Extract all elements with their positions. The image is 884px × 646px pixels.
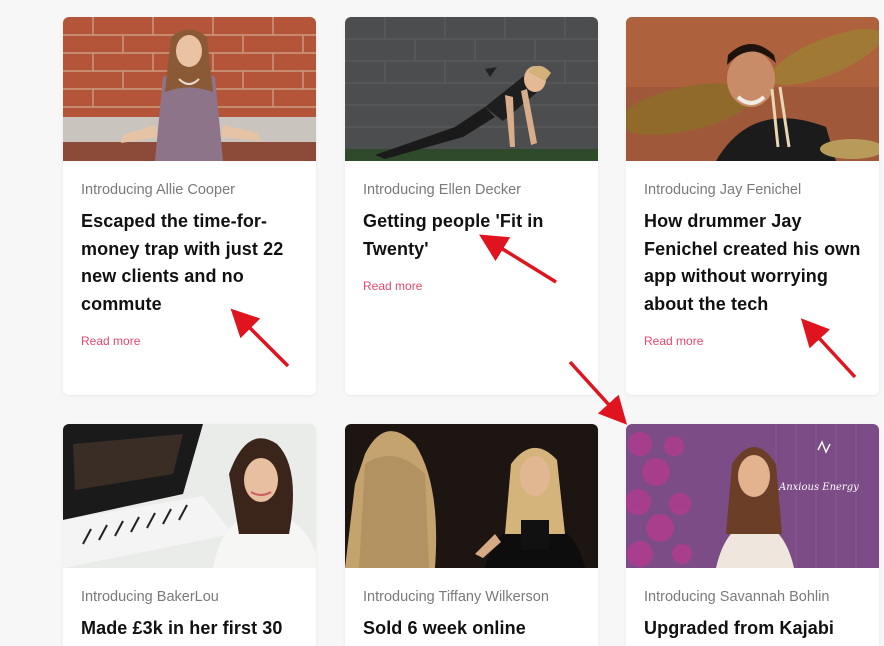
card-title[interactable]: How drummer Jay Fenichel created his own… [644,208,861,318]
card-title[interactable]: Made £3k in her first 30 days [81,615,298,646]
anxious-energy-watermark: Anxious Energy [778,482,859,493]
card-title[interactable]: Escaped the time-for-money trap with jus… [81,208,298,318]
card-title[interactable]: Upgraded from Kajabi and saved [644,615,861,646]
card-intro: Introducing BakerLou [81,589,219,605]
card-title[interactable]: Getting people 'Fit in Twenty' [363,208,580,263]
card-intro: Introducing Jay Fenichel [644,182,802,198]
story-card-tiffany-wilkerson[interactable]: Introducing Tiffany Wilkerson Sold 6 wee… [345,424,598,646]
story-card-ellen-decker[interactable]: Introducing Ellen Decker Getting people … [345,17,598,395]
card-intro: Introducing Allie Cooper [81,182,235,198]
photo-tiffany-wilkerson [345,424,598,568]
story-card-allie-cooper[interactable]: Introducing Allie Cooper Escaped the tim… [63,17,316,395]
story-card-savannah-bohlin[interactable]: Anxious Energy Introducing Savannah Bohl… [626,424,879,646]
read-more-link[interactable]: Read more [363,279,422,293]
read-more-link[interactable]: Read more [81,334,140,348]
photo-bakerlou [63,424,316,568]
photo-allie-cooper [63,17,316,161]
card-intro: Introducing Savannah Bohlin [644,589,830,605]
read-more-link[interactable]: Read more [644,334,703,348]
photo-ellen-decker [345,17,598,161]
card-title[interactable]: Sold 6 week online challenge for $200 [363,615,580,646]
story-card-bakerlou[interactable]: Introducing BakerLou Made £3k in her fir… [63,424,316,646]
card-intro: Introducing Ellen Decker [363,182,521,198]
photo-jay-fenichel [626,17,879,161]
story-card-jay-fenichel[interactable]: Introducing Jay Fenichel How drummer Jay… [626,17,879,395]
photo-savannah-bohlin: Anxious Energy [626,424,879,568]
card-intro: Introducing Tiffany Wilkerson [363,589,549,605]
